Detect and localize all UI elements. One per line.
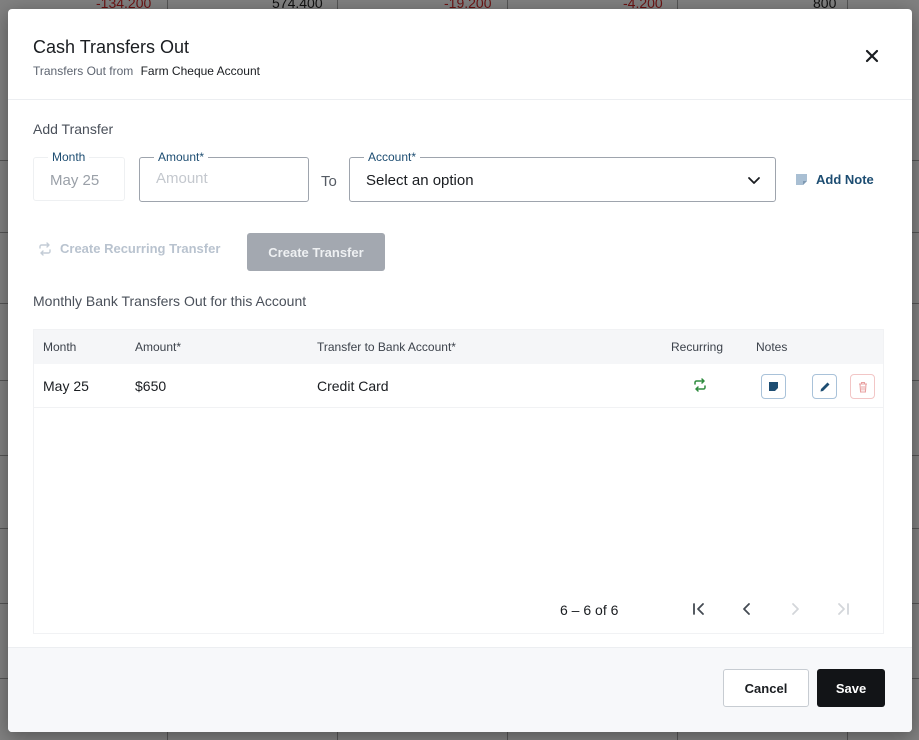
dialog-title: Cash Transfers Out (33, 37, 190, 57)
save-button[interactable]: Save (817, 669, 885, 707)
trash-icon (858, 381, 867, 393)
close-button[interactable] (861, 45, 883, 67)
chevron-down-icon (748, 177, 760, 184)
column-header-amount[interactable]: Amount* (135, 340, 181, 354)
delete-button[interactable] (850, 374, 875, 399)
month-field-label: Month (48, 150, 90, 164)
repeat-icon (39, 241, 51, 256)
dialog-subtitle: Transfers Out from Farm Cheque Account (33, 64, 260, 78)
table-header: Month Amount* Transfer to Bank Account* … (34, 330, 883, 364)
edit-button[interactable] (812, 374, 837, 399)
last-page-icon (838, 603, 849, 615)
monthly-transfers-label: Monthly Bank Transfers Out for this Acco… (33, 293, 307, 309)
subtitle-prefix: Transfers Out from (33, 64, 134, 78)
add-note-label: Add Note (816, 172, 874, 187)
month-value: May 25 (50, 172, 100, 189)
cell-account: Credit Card (317, 378, 389, 394)
pencil-icon (820, 382, 829, 391)
column-header-notes: Notes (756, 340, 788, 354)
chevron-left-icon (743, 603, 750, 615)
add-transfer-label: Add Transfer (33, 121, 114, 137)
pagination-range: 6 – 6 of 6 (560, 602, 619, 618)
close-icon (865, 49, 879, 63)
transfers-table: Month Amount* Transfer to Bank Account* … (33, 329, 884, 634)
cash-transfers-dialog: Cash Transfers Out Transfers Out from Fa… (8, 9, 912, 732)
first-page-button[interactable] (690, 600, 708, 618)
create-recurring-transfer-button[interactable]: Create Recurring Transfer (38, 241, 220, 256)
last-page-button[interactable] (834, 600, 852, 618)
create-recurring-label: Create Recurring Transfer (60, 241, 221, 256)
background-row: -134.200 574.400 -19.200 -4.200 800 (0, 0, 919, 11)
dialog-footer: Cancel Save (8, 647, 912, 732)
account-select[interactable]: Account* Select an option (349, 150, 776, 202)
subtitle-account: Farm Cheque Account (140, 64, 260, 78)
recurring-icon (694, 378, 706, 392)
note-button[interactable] (761, 374, 786, 399)
amount-field[interactable]: Amount* (139, 150, 309, 202)
cell-amount: $650 (135, 378, 167, 394)
table-row: May 25 $650 Credit Card (34, 364, 883, 408)
cancel-button[interactable]: Cancel (723, 669, 809, 707)
note-icon (796, 174, 807, 185)
cell-month: May 25 (43, 378, 89, 394)
create-transfer-button[interactable]: Create Transfer (247, 233, 385, 271)
dialog-header: Cash Transfers Out Transfers Out from Fa… (8, 9, 912, 100)
chevron-right-icon (792, 603, 799, 615)
next-page-button[interactable] (786, 600, 804, 618)
amount-field-label: Amount* (154, 150, 209, 164)
first-page-icon (693, 603, 704, 615)
account-select-value: Select an option (366, 172, 474, 189)
add-note-button[interactable]: Add Note (795, 172, 874, 187)
column-header-month[interactable]: Month (43, 340, 76, 354)
column-header-recurring: Recurring (671, 340, 724, 354)
column-header-account[interactable]: Transfer to Bank Account* (317, 340, 456, 354)
to-label: To (321, 173, 337, 190)
amount-input[interactable] (156, 170, 296, 187)
account-field-label: Account* (364, 150, 421, 164)
previous-page-button[interactable] (738, 600, 756, 618)
note-icon (769, 382, 778, 391)
month-field: Month May 25 (33, 150, 125, 201)
